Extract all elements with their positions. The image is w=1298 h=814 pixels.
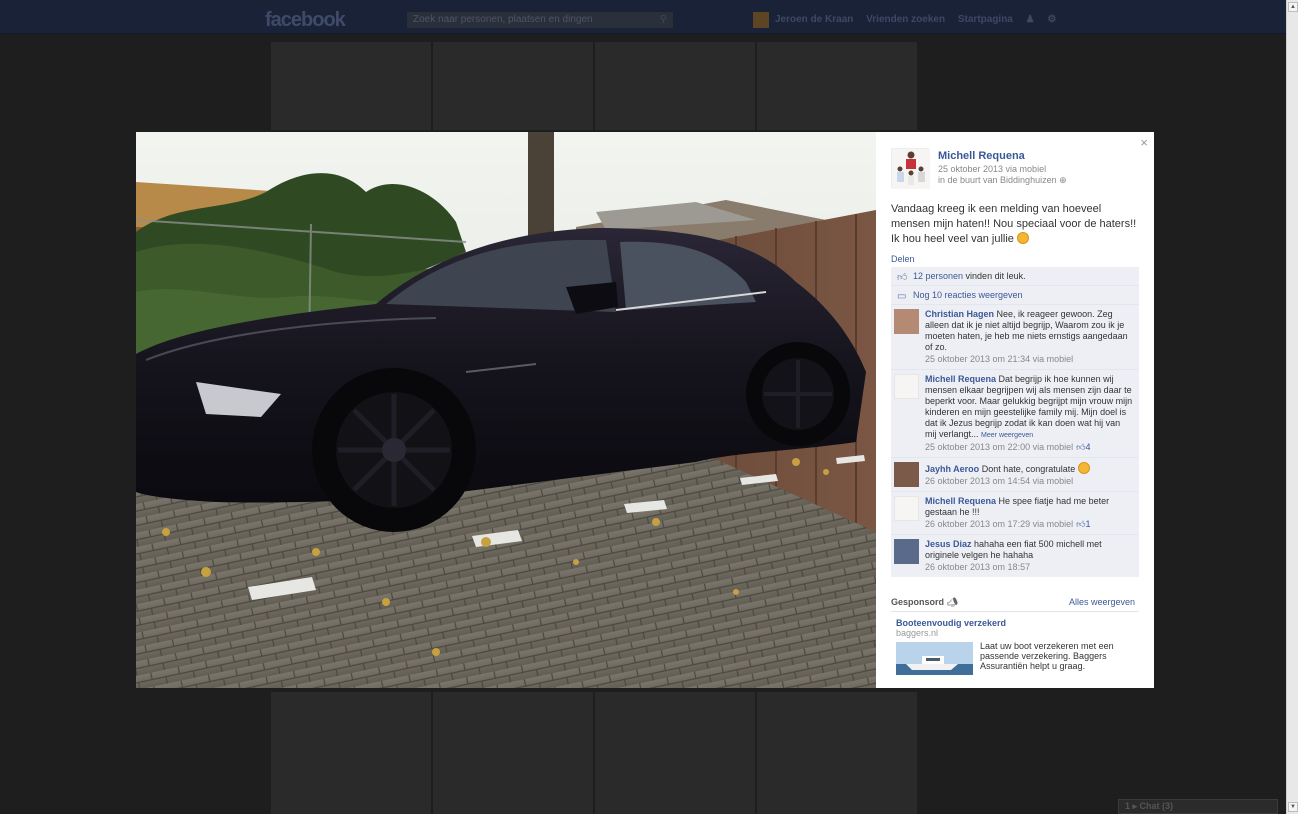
comment-time[interactable]: 25 oktober 2013 om 22:00 via mobiel <box>925 442 1073 452</box>
car-photo-image <box>136 132 876 688</box>
album-thumbnail[interactable] <box>271 42 431 130</box>
post-meta: 25 oktober 2013 via mobiel in de buurt v… <box>938 164 1067 186</box>
more-comments-link[interactable]: Nog 10 reacties weergeven <box>913 290 1023 300</box>
scroll-up-arrow-icon[interactable]: ▲ <box>1288 2 1298 12</box>
settings-icon[interactable]: ⚙ <box>1047 14 1056 25</box>
more-comments-row[interactable]: ▭ Nog 10 reacties weergeven <box>891 286 1139 305</box>
likes-summary: 👍︎ 12 personen vinden dit leuk. <box>891 267 1139 286</box>
smiley-emoji-icon <box>1077 462 1090 474</box>
globe-icon: ⊕ <box>1059 175 1067 185</box>
commenter-avatar[interactable] <box>894 309 919 334</box>
thumbs-up-icon: 👍︎ <box>1076 442 1086 452</box>
nav-home-link[interactable]: Startpagina <box>958 14 1013 25</box>
comment-item: Michell Requena Dat begrijp ik hoe kunne… <box>891 370 1139 458</box>
comment-item: Christian Hagen Nee, ik reageer gewoon. … <box>891 305 1139 370</box>
commenter-name[interactable]: Jayhh Aeroo <box>925 464 979 474</box>
album-thumbnail[interactable] <box>271 692 431 814</box>
comment-time[interactable]: 26 oktober 2013 om 17:29 via mobiel <box>925 519 1073 529</box>
thumbs-up-icon: 👍︎ <box>897 272 908 283</box>
post-message: Vandaag kreeg ik een melding van hoeveel… <box>891 203 1137 245</box>
comment-bubble-icon: ▭ <box>897 291 907 302</box>
ad-domain[interactable]: baggers.nl <box>896 628 938 638</box>
commenter-avatar[interactable] <box>894 496 919 521</box>
post-date[interactable]: 25 oktober 2013 via mobiel <box>938 164 1067 175</box>
comment-like-count[interactable]: 4 <box>1086 442 1091 452</box>
photo[interactable] <box>136 132 876 688</box>
ad-title[interactable]: Booteenvoudig verzekerd <box>896 618 1006 628</box>
comment-like-count[interactable]: 1 <box>1086 519 1091 529</box>
comment-item: Jayhh Aeroo Dont hate, congratulate 26 o… <box>891 458 1139 492</box>
comment-text: Dont hate, congratulate <box>981 464 1076 474</box>
album-thumbnail[interactable] <box>595 42 755 130</box>
chat-bar[interactable]: 1 ▸ Chat (3) <box>1118 799 1278 814</box>
commenter-name[interactable]: Jesus Diaz <box>925 539 972 549</box>
album-thumbnail[interactable] <box>433 692 593 814</box>
album-thumbnail[interactable] <box>433 42 593 130</box>
facebook-logo[interactable]: facebook <box>265 9 346 32</box>
share-link[interactable]: Delen <box>891 254 915 264</box>
search-icon[interactable]: ⚲ <box>660 14 667 25</box>
comment-item: Michell Requena He spee fiatje had me be… <box>891 492 1139 535</box>
author-avatar[interactable] <box>891 148 930 189</box>
heart-eyes-emoji-icon <box>1016 232 1029 244</box>
commenter-name[interactable]: Christian Hagen <box>925 309 994 319</box>
photo-viewer: × Michell Requena 25 oktober 2013 via mo… <box>136 132 1154 688</box>
close-icon[interactable]: × <box>1140 135 1148 150</box>
page: facebook Zoek naar personen, plaatsen en… <box>0 0 1298 814</box>
scroll-down-arrow-icon[interactable]: ▼ <box>1288 802 1298 812</box>
comment-time[interactable]: 26 oktober 2013 om 14:54 via mobiel <box>925 475 1133 487</box>
author-name[interactable]: Michell Requena <box>938 150 1025 162</box>
search-input[interactable]: Zoek naar personen, plaatsen en dingen ⚲ <box>406 11 674 29</box>
nav-profile-link[interactable]: Jeroen de Kraan <box>775 14 853 25</box>
top-bar: facebook Zoek naar personen, plaatsen en… <box>0 0 1286 34</box>
post-location[interactable]: in de buurt van Biddinghuizen <box>938 175 1057 185</box>
see-all-ads-link[interactable]: Alles weergeven <box>1069 597 1135 607</box>
comment-time[interactable]: 26 oktober 2013 om 18:57 <box>925 561 1133 573</box>
commenter-avatar[interactable] <box>894 539 919 564</box>
sponsored-title: Gesponsord <box>891 597 945 607</box>
post-text: Vandaag kreeg ik een melding van hoeveel… <box>891 202 1143 247</box>
sponsored-header: Gesponsord 📣︎ Alles weergeven <box>891 597 1139 612</box>
profile-avatar[interactable] <box>753 12 769 28</box>
photo-sidebar: × Michell Requena 25 oktober 2013 via mo… <box>876 132 1154 688</box>
ad-image[interactable] <box>896 642 973 675</box>
thumbs-up-icon: 👍︎ <box>1076 519 1086 529</box>
search-placeholder: Zoek naar personen, plaatsen en dingen <box>413 14 593 25</box>
album-thumbnail[interactable] <box>757 42 917 130</box>
see-more-link[interactable]: Meer weergeven <box>981 432 1033 439</box>
commenter-name[interactable]: Michell Requena <box>925 496 996 506</box>
nav-find-friends-link[interactable]: Vrienden zoeken <box>866 14 945 25</box>
commenter-name[interactable]: Michell Requena <box>925 374 996 384</box>
comment-time[interactable]: 25 oktober 2013 om 21:34 via mobiel <box>925 353 1133 365</box>
feedback-box: 👍︎ 12 personen vinden dit leuk. ▭ Nog 10 r… <box>891 267 1139 577</box>
comment-item: Jesus Diaz hahaha een fiat 500 michell m… <box>891 535 1139 577</box>
ad-text: Laat uw boot verzekeren met een passende… <box>980 641 1114 671</box>
likes-count-link[interactable]: 12 personen <box>913 271 963 281</box>
album-thumbnail[interactable] <box>595 692 755 814</box>
page-scrollbar[interactable]: ▲ ▼ <box>1286 0 1298 814</box>
commenter-avatar[interactable] <box>894 462 919 487</box>
commenter-avatar[interactable] <box>894 374 919 399</box>
megaphone-icon: 📣︎ <box>946 597 958 607</box>
album-thumbnail[interactable] <box>757 692 917 814</box>
top-nav: Jeroen de Kraan Vrienden zoeken Startpag… <box>775 14 1066 25</box>
friend-requests-icon[interactable]: ♟ <box>1026 14 1035 25</box>
likes-suffix: vinden dit leuk. <box>963 271 1026 281</box>
